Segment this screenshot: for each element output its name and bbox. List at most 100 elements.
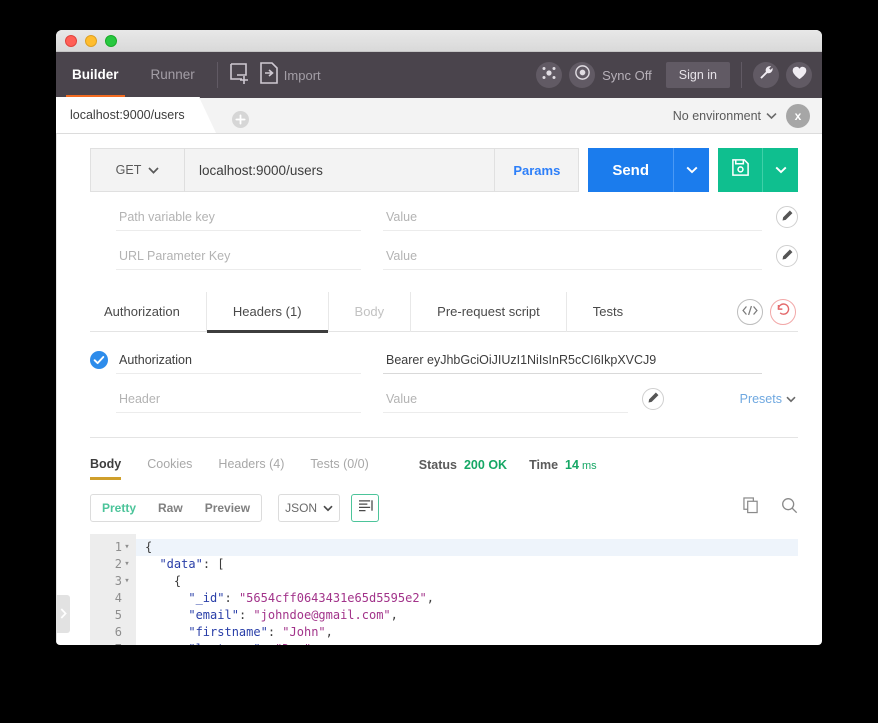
header-value-input[interactable]: Bearer eyJhbGciOiJIUzI1NiIsInR5cCI6IkpXV… — [383, 346, 762, 374]
maximize-window-button[interactable] — [105, 34, 117, 47]
format-preview-button[interactable]: Preview — [194, 494, 261, 522]
environment-label[interactable]: No environment — [673, 109, 761, 123]
url-row: GET localhost:9000/users Params Send — [90, 148, 798, 192]
header-key-input[interactable]: Authorization — [116, 346, 361, 374]
search-icon[interactable] — [781, 497, 798, 519]
copy-icon[interactable] — [743, 497, 759, 519]
tab-pre-request-script[interactable]: Pre-request script — [411, 291, 567, 332]
new-collection-button[interactable] — [228, 61, 252, 90]
status-value: 200 OK — [463, 458, 508, 472]
time-number: 14 — [565, 458, 579, 472]
chevron-down-icon — [148, 163, 159, 177]
settings-button[interactable] — [753, 62, 779, 88]
code-icon — [742, 303, 758, 321]
new-tab-button[interactable] — [231, 111, 249, 133]
url-parameter-key-input[interactable]: URL Parameter Key — [116, 242, 361, 270]
postman-window: Builder Runner Import Sync Off Sign in l… — [56, 30, 822, 645]
sync-icon — [574, 64, 591, 86]
tab-authorization-label: Authorization — [104, 303, 180, 319]
edit-new-header-button[interactable] — [642, 388, 664, 410]
favorites-button[interactable] — [786, 62, 812, 88]
chevron-down-icon — [323, 505, 333, 512]
time-unit: ms — [581, 460, 597, 472]
response-tabs: Body Cookies Headers (4) Tests (0/0) Sta… — [90, 450, 798, 480]
header-row-empty: Header Value Presets — [90, 385, 798, 413]
save-options-button[interactable] — [762, 148, 798, 192]
environment-quick-look-button[interactable]: x — [786, 104, 810, 128]
response-pane: Body Cookies Headers (4) Tests (0/0) Sta… — [56, 438, 822, 645]
wrap-lines-icon — [358, 499, 373, 517]
status-label: Status — [418, 458, 457, 472]
path-variable-key-input[interactable]: Path variable key — [116, 203, 361, 231]
presets-button[interactable]: Presets — [740, 392, 796, 406]
sidebar-expand-handle[interactable] — [56, 595, 70, 633]
params-button[interactable]: Params — [495, 148, 580, 192]
import-button[interactable]: Import — [258, 61, 321, 90]
chevron-down-icon[interactable] — [766, 107, 777, 125]
header-tab-runner[interactable]: Runner — [135, 52, 211, 98]
response-body-viewer[interactable]: 1▾2▾3▾45678910 { "data": [ { "_id": "565… — [90, 534, 798, 645]
chevron-down-icon — [786, 392, 796, 406]
format-raw-label: Raw — [158, 501, 183, 515]
code-content[interactable]: { "data": [ { "_id": "5654cff0643431e65d… — [136, 534, 798, 645]
tab-pre-request-script-label: Pre-request script — [437, 303, 540, 319]
response-tab-cookies[interactable]: Cookies — [147, 450, 192, 480]
fold-toggle-icon[interactable]: ▾ — [122, 539, 132, 556]
chevron-down-icon — [775, 161, 787, 179]
sync-button[interactable] — [569, 62, 596, 88]
edit-path-variable-button[interactable] — [776, 206, 798, 228]
code-line: "_id": "5654cff0643431e65d5595e2", — [188, 591, 435, 605]
import-label[interactable]: Import — [284, 68, 321, 83]
generate-code-button[interactable] — [737, 299, 763, 325]
minimize-window-button[interactable] — [85, 34, 97, 47]
method-label: GET — [115, 163, 142, 177]
url-parameter-key-placeholder: URL Parameter Key — [119, 248, 231, 263]
close-window-button[interactable] — [65, 34, 77, 47]
response-language-selector[interactable]: JSON — [278, 494, 341, 522]
send-options-button[interactable] — [673, 148, 709, 192]
header-right-group: Sync Off Sign in — [536, 52, 812, 98]
fold-toggle-icon[interactable]: ▾ — [122, 573, 132, 590]
header-tab-builder[interactable]: Builder — [56, 52, 135, 98]
wrap-lines-button[interactable] — [351, 494, 380, 522]
tab-headers[interactable]: Headers (1) — [206, 291, 329, 333]
send-label: Send — [612, 161, 649, 179]
format-preview-label: Preview — [204, 501, 251, 515]
code-line: "email": "johndoe@gmail.com", — [188, 608, 398, 622]
response-tab-headers[interactable]: Headers (4) — [218, 450, 284, 480]
path-variable-value-placeholder: Value — [386, 209, 418, 224]
request-tab-active[interactable]: localhost:9000/users — [56, 97, 216, 133]
code-line-number: 5 — [114, 608, 122, 622]
url-input[interactable]: localhost:9000/users — [184, 148, 496, 192]
url-parameter-value-input[interactable]: Value — [383, 242, 762, 270]
response-tab-headers-label: Headers (4) — [218, 457, 285, 471]
fold-toggle-icon[interactable]: ▾ — [122, 556, 132, 573]
format-pretty-button[interactable]: Pretty — [91, 494, 147, 522]
code-gutter: 1▾2▾3▾45678910 — [90, 534, 136, 645]
reset-icon — [776, 302, 791, 322]
save-button[interactable] — [718, 148, 762, 192]
response-tab-tests-label: Tests (0/0) — [310, 457, 369, 471]
path-variable-row: Path variable key Value — [90, 203, 798, 231]
response-tab-body[interactable]: Body — [90, 450, 122, 480]
reset-button[interactable] — [770, 299, 796, 325]
response-tools — [721, 497, 798, 519]
method-selector[interactable]: GET — [90, 148, 184, 192]
tab-tests[interactable]: Tests — [567, 292, 649, 332]
send-button[interactable]: Send — [588, 148, 673, 192]
path-variable-value-input[interactable]: Value — [383, 203, 762, 231]
sign-in-button[interactable]: Sign in — [665, 62, 730, 88]
format-raw-button[interactable]: Raw — [147, 494, 194, 522]
response-tab-tests[interactable]: Tests (0/0) — [310, 450, 368, 480]
floppy-disk-icon — [731, 158, 750, 182]
response-format-group: Pretty Raw Preview — [90, 494, 263, 522]
tab-body[interactable]: Body — [329, 291, 412, 332]
path-variable-key-placeholder: Path variable key — [119, 209, 215, 224]
header-key-value: Authorization — [119, 352, 192, 367]
network-button[interactable] — [536, 62, 563, 88]
tab-authorization[interactable]: Authorization — [90, 291, 207, 332]
new-header-key-input[interactable]: Header — [116, 385, 361, 413]
header-enabled-checkbox[interactable] — [90, 351, 116, 369]
new-header-value-input[interactable]: Value — [383, 385, 628, 413]
edit-url-parameter-button[interactable] — [776, 245, 798, 267]
